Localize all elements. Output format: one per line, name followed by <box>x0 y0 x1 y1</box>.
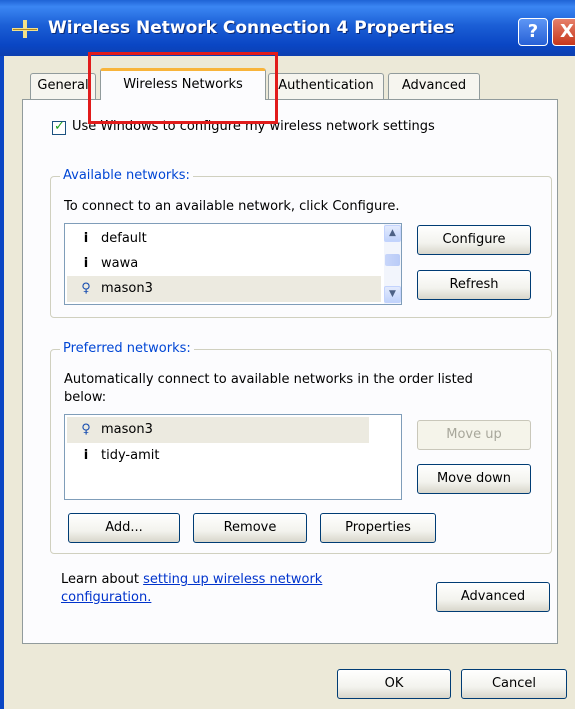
preferred-instruction-line1: Automatically connect to available netwo… <box>64 372 473 387</box>
properties-button[interactable]: Properties <box>320 513 436 543</box>
move-up-button[interactable]: Move up <box>417 420 531 450</box>
antenna-icon: i <box>83 448 89 463</box>
configure-button[interactable]: Configure <box>417 225 531 255</box>
wireless-active-icon: ♀ <box>81 281 91 296</box>
refresh-button[interactable]: Refresh <box>417 270 531 300</box>
available-instruction: To connect to an available network, clic… <box>64 199 400 214</box>
list-item[interactable]: ♀ mason3 <box>67 417 369 443</box>
add-button[interactable]: Add... <box>68 513 180 543</box>
learn-prefix: Learn about <box>61 572 144 587</box>
available-list-scrollbar[interactable]: ▲ ▼ <box>384 224 401 304</box>
tab-authentication[interactable]: Authentication <box>268 73 384 99</box>
remove-button[interactable]: Remove <box>193 513 307 543</box>
help-button[interactable]: ? <box>518 18 548 46</box>
ok-button[interactable]: OK <box>337 669 451 699</box>
wireless-active-icon: ♀ <box>81 422 91 437</box>
window-border <box>0 56 4 709</box>
setup-link[interactable]: setting up wireless network <box>143 572 322 587</box>
list-item[interactable]: i tidy-amit <box>67 443 369 469</box>
available-networks-legend: Available networks: <box>60 168 193 183</box>
move-down-button[interactable]: Move down <box>417 464 531 494</box>
tab-advanced[interactable]: Advanced <box>388 73 480 99</box>
list-item[interactable]: i default <box>67 226 381 252</box>
advanced-button[interactable]: Advanced <box>436 582 550 612</box>
tab-general[interactable]: General <box>30 73 96 99</box>
highlight-annotation <box>88 52 278 124</box>
preferred-networks-list[interactable]: ♀ mason3 i tidy-amit <box>64 414 402 500</box>
network-connection-icon <box>12 20 38 38</box>
scroll-up-icon[interactable]: ▲ <box>384 225 401 242</box>
list-item[interactable]: ♀ mason3 <box>67 276 381 302</box>
checkmark-icon: ✓ <box>54 119 65 134</box>
cancel-button[interactable]: Cancel <box>461 669 567 699</box>
learn-about-text: Learn about setting up wireless network … <box>61 571 322 607</box>
scroll-thumb[interactable] <box>385 254 400 266</box>
preferred-instruction-line2: below: <box>64 390 107 405</box>
close-button[interactable]: X <box>552 18 575 46</box>
configuration-link[interactable]: configuration. <box>61 590 151 605</box>
help-icon: ? <box>527 21 539 42</box>
available-networks-list[interactable]: i default i wawa ♀ mason3 ▲ ▼ <box>64 223 402 305</box>
title-bar[interactable]: Wireless Network Connection 4 Properties… <box>0 0 575 56</box>
antenna-icon: i <box>83 231 89 246</box>
use-windows-checkbox[interactable]: ✓ <box>52 119 66 135</box>
list-item[interactable]: i wawa <box>67 251 381 277</box>
window-title: Wireless Network Connection 4 Properties <box>48 18 455 38</box>
scroll-down-icon[interactable]: ▼ <box>384 286 401 303</box>
close-icon: X <box>560 21 574 42</box>
preferred-networks-legend: Preferred networks: <box>60 341 194 356</box>
properties-dialog: Wireless Network Connection 4 Properties… <box>0 0 575 709</box>
antenna-icon: i <box>83 256 89 271</box>
